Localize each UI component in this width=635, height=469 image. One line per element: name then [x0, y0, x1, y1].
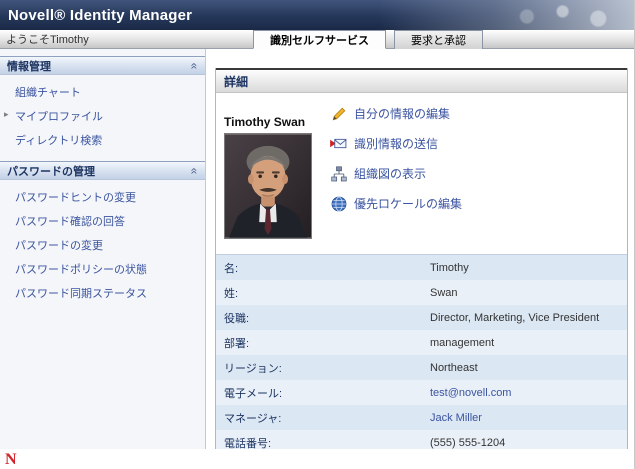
novell-logo-icon: N — [5, 452, 17, 467]
action-link[interactable]: 優先ロケールの編集 — [354, 195, 462, 212]
sidebar: 情報管理 « 組織チャート ▸ マイプロファイル ディレクトリ検索 パスワードの… — [0, 49, 206, 449]
profile-name: Timothy Swan — [224, 115, 320, 129]
field-value: Timothy — [430, 262, 469, 274]
field-value: Swan — [430, 287, 458, 299]
sidebar-item-my-profile[interactable]: ▸ マイプロファイル — [0, 104, 205, 128]
sidebar-item-password-change[interactable]: パスワードの変更 — [0, 233, 205, 257]
collapse-section-icon[interactable]: « — [190, 167, 200, 174]
field-value: management — [430, 337, 494, 349]
field-label: 部署: — [216, 335, 430, 351]
field-row-department: 部署: management — [216, 330, 627, 355]
globe-icon[interactable] — [330, 196, 347, 212]
field-row-region: リージョン: Northeast — [216, 355, 627, 380]
org-chart-icon[interactable] — [330, 166, 347, 182]
profile-area: Timothy Swan — [216, 93, 627, 254]
sidebar-item-password-hint-change[interactable]: パスワードヒントの変更 — [0, 185, 205, 209]
action-display-org-chart: 組織図の表示 — [330, 165, 462, 182]
field-row-manager: マネージャ: Jack Miller — [216, 405, 627, 430]
section-items: 組織チャート ▸ マイプロファイル ディレクトリ検索 — [0, 75, 205, 161]
field-label: 姓: — [216, 285, 430, 301]
tab-identity-self-service[interactable]: 識別セルフサービス — [253, 30, 386, 49]
section-items: パスワードヒントの変更 パスワード確認の回答 パスワードの変更 パスワードポリシ… — [0, 180, 205, 314]
field-value: Jack Miller — [430, 412, 482, 424]
field-label: マネージャ: — [216, 410, 430, 426]
action-send-identity-info: 識別情報の送信 — [330, 135, 462, 152]
main-content: 詳細 Timothy Swan — [206, 49, 634, 449]
send-email-icon[interactable] — [330, 136, 347, 152]
field-row-last-name: 姓: Swan — [216, 280, 627, 305]
field-value: test@novell.com — [430, 387, 511, 399]
field-value: Director, Marketing, Vice President — [430, 312, 599, 324]
panel-title: 詳細 — [216, 68, 627, 93]
sidebar-item-org-chart[interactable]: 組織チャート — [0, 80, 205, 104]
field-row-email: 電子メール: test@novell.com — [216, 380, 627, 405]
field-label: リージョン: — [216, 360, 430, 376]
sidebar-section-information-management: 情報管理 « — [0, 56, 205, 75]
welcome-text: ようこそTimothy — [0, 31, 89, 47]
tab-bar: 識別セルフサービス 要求と承認 — [253, 30, 491, 49]
action-link[interactable]: 識別情報の送信 — [354, 135, 438, 152]
sidebar-item-password-challenge-response[interactable]: パスワード確認の回答 — [0, 209, 205, 233]
tab-requests-approvals[interactable]: 要求と承認 — [394, 30, 483, 49]
app-title: Novell® Identity Manager — [0, 7, 192, 24]
sidebar-section-password-management: パスワードの管理 « — [0, 161, 205, 180]
profile-photo-block: Timothy Swan — [224, 103, 320, 254]
action-edit-preferred-locale: 優先ロケールの編集 — [330, 195, 462, 212]
sidebar-item-directory-search[interactable]: ディレクトリ検索 — [0, 128, 205, 152]
profile-photo — [224, 133, 312, 239]
selected-item-arrow-icon: ▸ — [4, 109, 9, 120]
page-body: 情報管理 « 組織チャート ▸ マイプロファイル ディレクトリ検索 パスワードの… — [0, 49, 634, 449]
collapse-section-icon[interactable]: « — [190, 62, 200, 69]
field-label: 電子メール: — [216, 385, 430, 401]
sidebar-item-password-policy-status[interactable]: パスワードポリシーの状態 — [0, 257, 205, 281]
field-label: 電話番号: — [216, 435, 430, 450]
action-links: 自分の情報の編集 識別情報の送信 組織図の表示 — [330, 105, 462, 254]
identity-manager-window: Novell® Identity Manager ようこそTimothy 識別セ… — [0, 0, 635, 469]
header-banner-image — [379, 0, 634, 30]
manager-link[interactable]: Jack Miller — [430, 412, 482, 424]
app-header: Novell® Identity Manager — [0, 0, 634, 30]
field-row-title: 役職: Director, Marketing, Vice President — [216, 305, 627, 330]
profile-fields-table: 名: Timothy 姓: Swan 役職: Director, Marketi… — [216, 254, 627, 449]
field-label: 名: — [216, 260, 430, 276]
field-value: (555) 555-1204 — [430, 437, 505, 449]
field-value: Northeast — [430, 362, 478, 374]
field-label: 役職: — [216, 310, 430, 326]
page-footer: N — [0, 449, 634, 469]
field-row-phone: 電話番号: (555) 555-1204 — [216, 430, 627, 449]
field-row-first-name: 名: Timothy — [216, 255, 627, 280]
section-title: 情報管理 — [7, 58, 51, 74]
sidebar-item-password-sync-status[interactable]: パスワード同期ステータス — [0, 281, 205, 305]
sidebar-item-label: マイプロファイル — [15, 111, 103, 123]
email-link[interactable]: test@novell.com — [430, 387, 511, 399]
action-edit-your-information: 自分の情報の編集 — [330, 105, 462, 122]
detail-panel: 詳細 Timothy Swan — [215, 68, 628, 449]
pencil-icon[interactable] — [330, 106, 347, 122]
section-title: パスワードの管理 — [7, 163, 95, 179]
action-link[interactable]: 組織図の表示 — [354, 165, 426, 182]
action-link[interactable]: 自分の情報の編集 — [354, 105, 450, 122]
welcome-strip: ようこそTimothy 識別セルフサービス 要求と承認 — [0, 30, 634, 49]
